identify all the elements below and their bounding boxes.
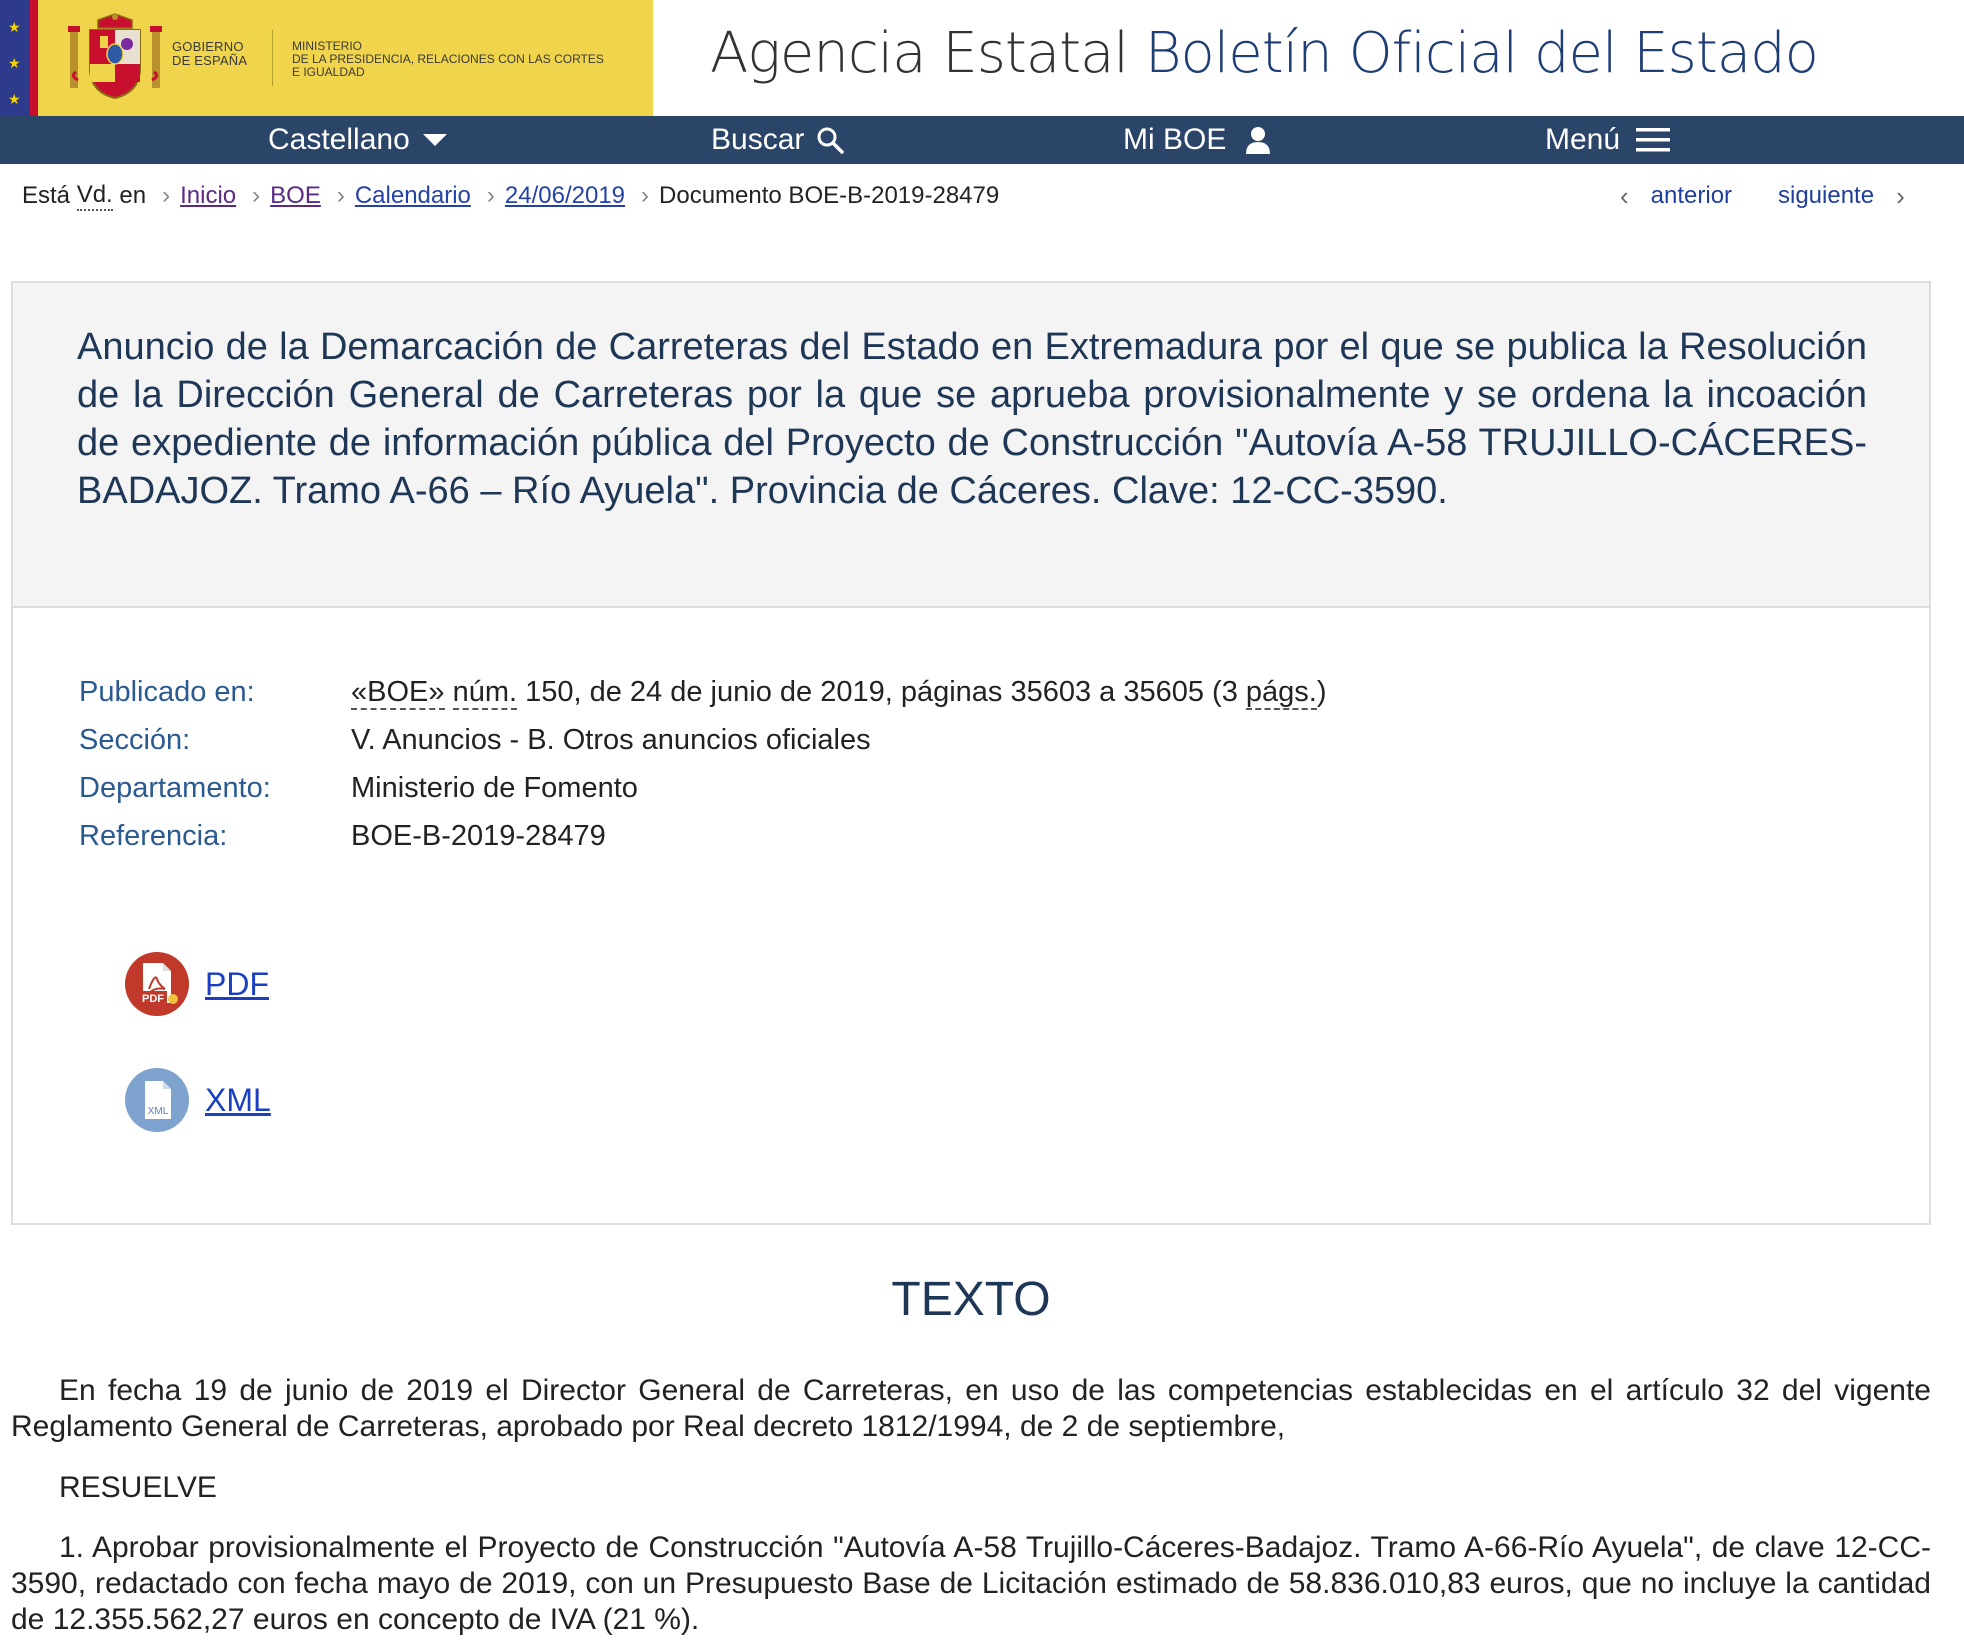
site-header: ★ ★ ★ GOBIERNO DE ESPAÑA MINISTERIO DE L…: [0, 0, 1964, 116]
previous-document[interactable]: ‹ anterior: [1620, 180, 1732, 212]
breadcrumb: Está Vd. en › Inicio › BOE › Calendario …: [22, 180, 999, 212]
pdf-file-icon: PDF: [139, 963, 178, 1005]
chevron-left-icon: ‹: [1620, 180, 1629, 211]
xml-link[interactable]: XML: [205, 1082, 271, 1119]
chevron-down-icon: [422, 134, 447, 146]
xml-file-icon: XML: [145, 1081, 171, 1119]
department-value: Ministerio de Fomento: [351, 772, 638, 804]
department-label: Departamento:: [79, 772, 271, 804]
next-link[interactable]: siguiente: [1778, 182, 1874, 210]
chevron-right-icon: ›: [336, 182, 345, 209]
government-banner[interactable]: ★ ★ ★ GOBIERNO DE ESPAÑA MINISTERIO DE L…: [0, 0, 653, 116]
breadcrumb-calendar-link[interactable]: Calendario: [355, 182, 471, 210]
government-label: GOBIERNO DE ESPAÑA: [172, 40, 247, 68]
breadcrumb-prefix: Está: [22, 182, 71, 209]
reference-label: Referencia:: [79, 820, 228, 852]
document-metadata: Publicado en: «BOE» núm. 150, de 24 de j…: [79, 668, 1327, 860]
breadcrumb-date-link[interactable]: 24/06/2019: [505, 182, 625, 210]
hamburger-menu-icon: [1636, 128, 1671, 152]
star-icon: ★: [8, 55, 21, 71]
section-label: Sección:: [79, 724, 191, 756]
menu-button[interactable]: Menú: [1545, 116, 1671, 164]
boe-abbr: «BOE»: [351, 676, 445, 710]
flag-stripe: [30, 0, 38, 116]
chevron-right-icon: ›: [486, 182, 495, 209]
section-value: V. Anuncios - B. Otros anuncios oficiale…: [351, 724, 871, 756]
next-document[interactable]: siguiente ›: [1778, 180, 1905, 212]
pdf-download[interactable]: PDF PDF: [125, 952, 269, 1016]
menu-label: Menú: [1545, 123, 1621, 156]
xml-icon-text: XML: [148, 1106, 169, 1117]
body-paragraph: RESUELVE: [59, 1471, 217, 1504]
site-title-agency: Agencia Estatal: [710, 21, 1129, 86]
eu-flag-strip: ★ ★ ★: [0, 0, 30, 116]
star-icon: ★: [8, 91, 21, 107]
xml-download[interactable]: XML XML: [125, 1068, 271, 1132]
chevron-right-icon: ›: [1896, 180, 1905, 211]
my-boe-button[interactable]: Mi BOE: [1123, 116, 1272, 164]
ministry-line-3: E IGUALDAD: [292, 65, 365, 79]
search-icon: [817, 127, 845, 154]
gov-line-2: DE ESPAÑA: [172, 53, 248, 68]
language-selector[interactable]: Castellano: [268, 116, 448, 164]
xml-icon: XML: [125, 1068, 189, 1132]
breadcrumb-boe-link[interactable]: BOE: [270, 182, 321, 210]
star-icon: ★: [8, 19, 21, 35]
document-header: Anuncio de la Demarcación de Carreteras …: [13, 283, 1929, 608]
user-icon: [1246, 127, 1271, 154]
published-close: ): [1316, 676, 1327, 708]
meta-row-section: Sección: V. Anuncios - B. Otros anuncios…: [79, 716, 1327, 764]
chevron-right-icon: ›: [641, 182, 650, 209]
meta-row-department: Departamento: Ministerio de Fomento: [79, 764, 1327, 812]
site-title-boe: Boletín Oficial del Estado: [1144, 21, 1819, 86]
document-title: Anuncio de la Demarcación de Carreteras …: [77, 326, 1867, 512]
pdf-icon: PDF: [125, 952, 189, 1016]
published-label: Publicado en:: [79, 676, 255, 708]
breadcrumb-prefix-end: en: [119, 182, 147, 209]
breadcrumb-home-link[interactable]: Inicio: [180, 182, 236, 210]
pags-abbr: págs.: [1245, 676, 1317, 710]
breadcrumb-abbr: Vd.: [76, 181, 113, 211]
meta-row-reference: Referencia: BOE-B-2019-28479: [79, 812, 1327, 860]
chevron-right-icon: ›: [162, 182, 171, 209]
body-paragraph: 1. Aprobar provisionalmente el Proyecto …: [11, 1531, 1931, 1636]
num-abbr: núm.: [452, 676, 518, 710]
published-value: «BOE» núm. 150, de 24 de junio de 2019, …: [351, 668, 1327, 716]
main-nav: Castellano Buscar Mi BOE Menú: [0, 116, 1964, 164]
coat-of-arms-icon: [68, 13, 162, 100]
meta-row-published: Publicado en: «BOE» núm. 150, de 24 de j…: [79, 668, 1327, 716]
chevron-right-icon: ›: [252, 182, 261, 209]
pdf-link[interactable]: PDF: [205, 966, 269, 1003]
search-button[interactable]: Buscar: [711, 116, 845, 164]
divider: [272, 30, 273, 86]
published-details: 150, de 24 de junio de 2019, páginas 356…: [525, 676, 1238, 708]
document-card: Anuncio de la Demarcación de Carreteras …: [11, 281, 1931, 1225]
breadcrumb-current: Documento BOE-B-2019-28479: [659, 182, 1000, 209]
gov-line-1: GOBIERNO: [172, 39, 244, 54]
pdf-icon-text: PDF: [142, 993, 164, 1005]
texto-heading: TEXTO: [891, 1273, 1051, 1326]
site-title[interactable]: Agencia Estatal Boletín Oficial del Esta…: [710, 21, 1819, 86]
reference-value: BOE-B-2019-28479: [351, 820, 606, 852]
language-label: Castellano: [268, 123, 410, 156]
my-boe-label: Mi BOE: [1123, 123, 1227, 156]
search-label: Buscar: [711, 123, 805, 156]
ministry-label: MINISTERIO DE LA PRESIDENCIA, RELACIONES…: [292, 40, 604, 79]
previous-link[interactable]: anterior: [1651, 182, 1732, 210]
body-paragraph: En fecha 19 de junio de 2019 el Director…: [11, 1374, 1931, 1443]
